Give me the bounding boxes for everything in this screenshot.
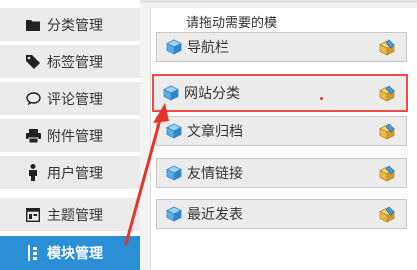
sidebar-item-categories[interactable]: 分类管理 xyxy=(0,8,140,41)
module-label: 最近发表 xyxy=(187,207,243,223)
tag-icon xyxy=(24,53,42,71)
cube-icon xyxy=(166,39,182,55)
edit-box-icon[interactable] xyxy=(379,85,396,102)
sidebar-item-label: 附件管理 xyxy=(47,128,103,145)
module-label: 网站分类 xyxy=(184,86,240,102)
sidebar-item-tags[interactable]: 标签管理 xyxy=(0,45,140,78)
edit-box-icon[interactable] xyxy=(379,123,396,140)
module-item-recent-posts[interactable]: 最近发表 xyxy=(156,199,407,229)
sidebar-item-modules[interactable]: 模块管理 xyxy=(0,236,140,270)
edit-box-icon[interactable] xyxy=(379,39,396,56)
cube-icon xyxy=(166,123,182,139)
module-label: 友情链接 xyxy=(187,166,243,182)
sidebar-item-label: 模块管理 xyxy=(47,246,103,262)
sidebar-item-label: 评论管理 xyxy=(47,91,103,108)
top-divider xyxy=(140,0,417,3)
annotation-dot xyxy=(320,97,323,100)
user-icon xyxy=(24,164,42,182)
module-icon xyxy=(24,244,42,262)
sidebar-item-label: 标签管理 xyxy=(47,54,103,71)
sidebar-item-label: 主题管理 xyxy=(47,207,103,224)
edit-box-icon[interactable] xyxy=(379,165,396,182)
module-label: 文章归档 xyxy=(187,124,243,140)
sidebar-item-users[interactable]: 用户管理 xyxy=(0,156,140,189)
cube-icon xyxy=(166,206,182,222)
app-root: 分类管理 标签管理 评论管理 附件管理 用户管理 主题管理 模块管理 请拖动需要… xyxy=(0,0,417,270)
attachment-icon xyxy=(24,127,42,145)
comment-icon xyxy=(24,90,42,108)
module-item-navbar[interactable]: 导航栏 xyxy=(156,32,407,62)
sidebar: 分类管理 标签管理 评论管理 附件管理 用户管理 主题管理 模块管理 xyxy=(0,0,140,270)
sidebar-item-themes[interactable]: 主题管理 xyxy=(0,198,140,231)
module-item-site-categories[interactable]: 网站分类 xyxy=(152,74,408,112)
cube-icon xyxy=(163,85,179,101)
edit-box-icon[interactable] xyxy=(379,206,396,223)
module-label: 导航栏 xyxy=(187,40,229,56)
sidebar-item-attachments[interactable]: 附件管理 xyxy=(0,119,140,152)
drag-hint-text: 请拖动需要的模 xyxy=(186,16,278,31)
module-item-archives[interactable]: 文章归档 xyxy=(156,116,407,146)
folder-icon xyxy=(24,16,42,34)
module-item-friend-links[interactable]: 友情链接 xyxy=(156,158,407,188)
sidebar-item-label: 分类管理 xyxy=(47,17,103,34)
theme-icon xyxy=(24,206,42,224)
cube-icon xyxy=(166,165,182,181)
sidebar-item-label: 用户管理 xyxy=(47,165,103,182)
sidebar-item-comments[interactable]: 评论管理 xyxy=(0,82,140,115)
